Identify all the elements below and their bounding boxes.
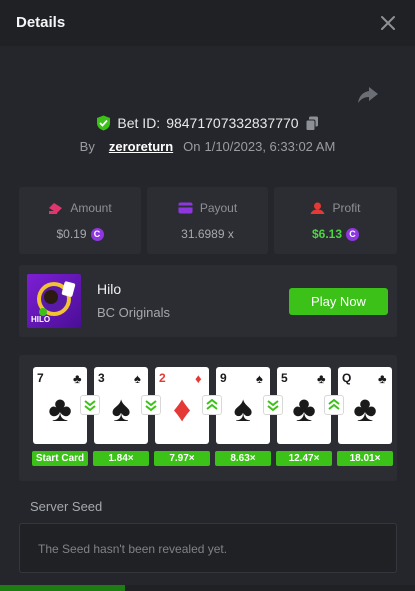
game-card: HILO Hilo BC Originals Play Now	[19, 265, 397, 337]
stat-amount: Amount $0.19 C	[19, 187, 141, 254]
card-3: 2 ♦ ♦	[155, 367, 209, 444]
on-label: On	[183, 138, 201, 154]
multiplier-badge: Start Card	[32, 451, 88, 466]
multiplier-badge: 12.47×	[276, 451, 332, 466]
shield-check-icon	[97, 115, 111, 131]
bet-id-value: 98471707332837770	[166, 115, 299, 131]
copy-icon[interactable]	[305, 116, 319, 131]
bet-details-modal: Details Bet ID: 98471707332837770 By zer…	[0, 0, 415, 591]
bottom-strip	[0, 585, 415, 591]
username-link[interactable]: zeroreturn	[109, 139, 173, 154]
profit-icon	[310, 202, 325, 214]
card-rank: 3	[98, 371, 105, 385]
server-seed-label: Server Seed	[30, 499, 103, 514]
modal-title: Details	[16, 14, 66, 31]
card-5: 5 ♣ ♣	[277, 367, 331, 444]
multiplier-badge: 1.84×	[93, 451, 149, 466]
card-rank: 7	[37, 371, 44, 385]
cards-history: 7 ♣ ♣ Start Card 3 ♠ ♠ 1.84× 2 ♦ ♦ 7.97×…	[19, 355, 397, 481]
bc-coin-icon: C	[346, 227, 360, 241]
card-rank: 5	[281, 371, 288, 385]
stat-profit: Profit $6.13 C	[274, 187, 397, 254]
higher-arrow-icon	[324, 395, 344, 415]
bet-id-label: Bet ID:	[117, 115, 161, 131]
close-icon[interactable]	[377, 12, 399, 34]
bottom-accent	[0, 585, 125, 591]
card-suit-small: ♠	[134, 371, 141, 386]
card-suit-big: ♠	[233, 388, 253, 429]
multiplier-badge: 8.63×	[215, 451, 271, 466]
card-suit-small: ♣	[73, 371, 82, 386]
payout-label: Payout	[199, 201, 238, 215]
thumb-label: HILO	[31, 315, 51, 324]
bc-coin-icon: C	[90, 227, 104, 241]
lower-arrow-icon	[80, 395, 100, 415]
bet-datetime: 1/10/2023, 6:33:02 AM	[204, 138, 336, 154]
card-rank: 9	[220, 371, 227, 385]
amount-value: $0.19	[56, 227, 87, 241]
higher-arrow-icon	[202, 395, 222, 415]
card-6: Q ♣ ♣	[338, 367, 392, 444]
card-suit-small: ♠	[256, 371, 263, 386]
card-rank: Q	[342, 371, 352, 385]
amount-icon	[49, 202, 63, 214]
play-now-button[interactable]: Play Now	[289, 288, 388, 315]
card-suit-big: ♣	[292, 388, 316, 429]
card-rank: 2	[159, 371, 166, 385]
card-2: 3 ♠ ♠	[94, 367, 148, 444]
profit-label: Profit	[332, 201, 361, 215]
card-suit-big: ♣	[48, 388, 72, 429]
stat-payout: Payout 31.6989 x	[147, 187, 268, 254]
card-suit-small: ♦	[195, 371, 202, 386]
lower-arrow-icon	[141, 395, 161, 415]
game-provider: BC Originals	[97, 305, 170, 320]
profit-value: $6.13	[311, 227, 343, 241]
card-suit-big: ♦	[172, 388, 192, 429]
server-seed-text: The Seed hasn't been revealed yet.	[38, 542, 228, 556]
card-4: 9 ♠ ♠	[216, 367, 270, 444]
card-suit-small: ♣	[378, 371, 387, 386]
game-thumbnail[interactable]: HILO	[27, 274, 81, 328]
amount-label: Amount	[70, 201, 112, 215]
game-name: Hilo	[97, 281, 122, 297]
multiplier-badge: 18.01×	[337, 451, 393, 466]
card-suit-big: ♠	[111, 388, 131, 429]
multiplier-badge: 7.97×	[154, 451, 210, 466]
bet-meta-row: By zeroreturn On 1/10/2023, 6:33:02 AM	[0, 137, 415, 155]
bet-id-row: Bet ID: 98471707332837770	[0, 113, 415, 133]
card-suit-small: ♣	[317, 371, 326, 386]
card-1: 7 ♣ ♣	[33, 367, 87, 444]
share-icon[interactable]	[357, 85, 379, 105]
by-label: By	[79, 138, 95, 154]
server-seed-box: The Seed hasn't been revealed yet.	[19, 523, 397, 573]
modal-header: Details	[0, 0, 415, 46]
payout-icon	[178, 202, 193, 214]
lower-arrow-icon	[263, 395, 283, 415]
payout-value: 31.6989 x	[181, 227, 234, 241]
card-suit-big: ♣	[353, 388, 377, 429]
